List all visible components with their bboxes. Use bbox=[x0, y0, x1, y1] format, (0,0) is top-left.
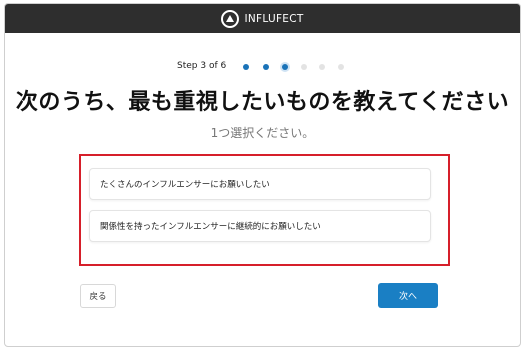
step-dot-1 bbox=[243, 64, 249, 70]
step-dot-3 bbox=[282, 64, 288, 70]
step-dot-6 bbox=[338, 64, 344, 70]
step-dot-2 bbox=[263, 64, 269, 70]
options-group: たくさんのインフルエンサーにお願いしたい 関係性を持ったインフルエンサーに継続的… bbox=[79, 154, 450, 266]
step-indicator: Step 3 of 6 bbox=[5, 61, 520, 73]
header-bar: INFLUFECT bbox=[5, 4, 520, 33]
triangle-in-circle-icon bbox=[221, 9, 240, 28]
step-dot-4 bbox=[301, 64, 307, 70]
next-button[interactable]: 次へ bbox=[378, 283, 438, 308]
app-window: INFLUFECT Step 3 of 6 次のうち、最も重視したいものを教えて… bbox=[4, 3, 521, 347]
option-many-influencers[interactable]: たくさんのインフルエンサーにお願いしたい bbox=[89, 168, 431, 200]
question-title: 次のうち、最も重視したいものを教えてください bbox=[15, 90, 510, 115]
back-button[interactable]: 戻る bbox=[80, 284, 116, 308]
question-subtitle: 1つ選択ください。 bbox=[210, 126, 315, 140]
option-ongoing-relationship[interactable]: 関係性を持ったインフルエンサーに継続的にお願いしたい bbox=[89, 210, 431, 242]
step-dot-5 bbox=[319, 64, 325, 70]
brand-name: INFLUFECT bbox=[244, 12, 304, 25]
step-label: Step 3 of 6 bbox=[177, 61, 227, 71]
